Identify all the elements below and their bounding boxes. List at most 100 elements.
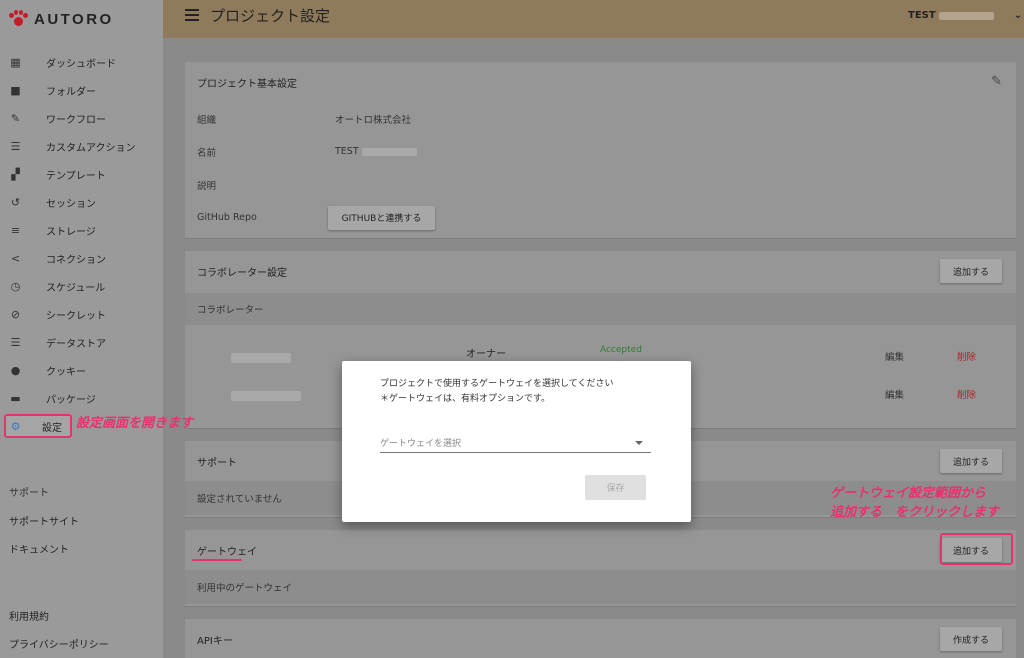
org-row: 組織 オートロ株式会社: [185, 102, 1016, 135]
dialog-line-1: プロジェクトで使用するゲートウェイを選択してください: [380, 379, 614, 389]
sidebar-item-storage[interactable]: ≡ ストレージ: [0, 216, 163, 244]
gateway-annotation-line-2: 追加する をクリックします: [830, 505, 1000, 520]
user-menu[interactable]: TEST ⌄: [908, 10, 1022, 21]
sidebar-item-label: コネクション: [46, 254, 106, 266]
privacy-link[interactable]: プライバシーポリシー: [9, 636, 109, 651]
pencil-edit-icon[interactable]: ✎: [991, 74, 1002, 89]
github-connect-button[interactable]: GITHUBと連携する: [328, 205, 435, 230]
sidebar-item-label: 設定: [42, 422, 62, 434]
highlight-box: [940, 533, 1013, 565]
folder-icon: ■: [10, 83, 21, 97]
paw-logo-icon: [8, 10, 28, 28]
terms-link[interactable]: 利用規約: [9, 608, 49, 623]
gateway-select-dialog: プロジェクトで使用するゲートウェイを選択してください ＊ゲートウェイは、有料オプ…: [342, 361, 691, 522]
sidebar-item-secret[interactable]: ⊘ シークレット: [0, 300, 163, 328]
redacted-name: [361, 147, 417, 156]
collaborator-status: Accepted: [600, 345, 642, 355]
sidebar-item-label: パッケージ: [46, 394, 96, 406]
top-bar: プロジェクト設定 TEST ⌄: [163, 0, 1024, 38]
card-header: プロジェクト基本設定 ✎: [185, 62, 1016, 102]
main-content: プロジェクト設定 TEST ⌄ プロジェクト基本設定 ✎ 組織 オートロ株式会社…: [163, 0, 1024, 658]
sidebar-item-datastore[interactable]: ☰ データストア: [0, 328, 163, 356]
redacted-collaborator: [231, 353, 291, 363]
cookie-icon: ●: [10, 363, 21, 377]
list-item: [231, 353, 291, 366]
edit-link[interactable]: 編集: [885, 349, 904, 363]
sidebar-item-template[interactable]: ▞ テンプレート: [0, 160, 163, 188]
gateway-annotation: ゲートウェイ設定範囲から 追加する をクリックします: [830, 484, 1020, 522]
edit-link[interactable]: 編集: [885, 387, 904, 401]
sidebar-item-label: カスタムアクション: [46, 142, 136, 154]
card-header: コラボレーター設定 追加する: [185, 251, 1016, 291]
hamburger-menu-icon[interactable]: [185, 9, 199, 21]
history-icon: ↺: [10, 195, 21, 209]
sidebar-item-package[interactable]: ▬ パッケージ: [0, 384, 163, 412]
settings-annotation: 設定画面を開きます: [76, 416, 194, 431]
logo-text: AUTORO: [34, 10, 114, 28]
gateway-annotation-line-1: ゲートウェイ設定範囲から: [830, 486, 987, 501]
autoro-logo[interactable]: AUTORO: [8, 10, 114, 28]
template-icon: ▞: [11, 167, 20, 181]
gateway-select[interactable]: ゲートウェイを選択: [380, 433, 651, 453]
support-heading: サポート: [9, 488, 49, 499]
sidebar-item-dashboard[interactable]: ▦ ダッシュボード: [0, 48, 163, 76]
card-header: ゲートウェイ 追加する: [185, 530, 1016, 570]
name-row: 名前 TEST: [185, 135, 1016, 168]
sidebar-item-label: データストア: [46, 338, 106, 350]
sidebar-item-cookie[interactable]: ● クッキー: [0, 356, 163, 384]
add-support-button[interactable]: 追加する: [940, 449, 1002, 473]
sidebar: AUTORO ▦ ダッシュボード ■ フォルダー ✎ ワークフロー ☰ カスタム…: [0, 0, 163, 658]
wrench-icon: ✎: [10, 111, 21, 125]
github-row: GitHub Repo GITHUBと連携する: [185, 201, 1016, 234]
card-title: プロジェクト基本設定: [197, 78, 297, 90]
sidebar-item-folder[interactable]: ■ フォルダー: [0, 76, 163, 104]
project-basic-card: プロジェクト基本設定 ✎ 組織 オートロ株式会社 名前 TEST 説明 GitH…: [185, 62, 1016, 239]
list-item: [231, 391, 301, 404]
package-icon: ▬: [10, 391, 21, 405]
redacted-collaborator: [231, 391, 301, 401]
user-name: TEST: [908, 10, 936, 21]
card-title: ゲートウェイ: [197, 546, 257, 558]
dashboard-icon: ▦: [10, 55, 21, 69]
sidebar-item-workflow[interactable]: ✎ ワークフロー: [0, 104, 163, 132]
sidebar-item-session[interactable]: ↺ セッション: [0, 188, 163, 216]
delete-link[interactable]: 削除: [957, 349, 976, 363]
storage-icon: ≡: [10, 223, 21, 237]
add-collaborator-button[interactable]: 追加する: [940, 259, 1002, 283]
card-title: APIキー: [197, 635, 233, 647]
delete-link[interactable]: 削除: [957, 387, 976, 401]
sidebar-item-label: フォルダー: [46, 86, 96, 98]
gear-icon: ⚙: [10, 419, 21, 433]
gateway-subheader: 利用中のゲートウェイ: [185, 570, 1016, 604]
dropdown-arrow-icon: [635, 441, 643, 445]
card-title: コラボレーター設定: [197, 267, 287, 279]
chevron-down-icon: ⌄: [1013, 10, 1023, 21]
dialog-line-2: ＊ゲートウェイは、有料オプションです。: [380, 394, 551, 404]
api-key-card: APIキー 作成する: [185, 619, 1016, 658]
org-value: オートロ株式会社: [335, 114, 412, 126]
sidebar-item-schedule[interactable]: ◷ スケジュール: [0, 272, 163, 300]
page-title: プロジェクト設定: [210, 7, 331, 25]
sidebar-item-custom-action[interactable]: ☰ カスタムアクション: [0, 132, 163, 160]
desc-label: 説明: [197, 180, 217, 192]
sidebar-item-label: セッション: [46, 198, 96, 210]
name-value: TEST: [335, 146, 359, 157]
documents-link[interactable]: ドキュメント: [9, 541, 69, 556]
sidebar-item-connection[interactable]: < コネクション: [0, 244, 163, 272]
name-label: 名前: [197, 147, 217, 159]
collaborator-role: オーナー: [466, 349, 506, 360]
sidebar-item-label: ダッシュボード: [46, 58, 116, 70]
dialog-message: プロジェクトで使用するゲートウェイを選択してください ＊ゲートウェイは、有料オプ…: [380, 377, 613, 407]
support-site-link[interactable]: サポートサイト: [9, 513, 79, 528]
underline-mark: [192, 559, 242, 561]
redacted-username: [938, 11, 994, 20]
eye-off-icon: ⊘: [10, 307, 21, 321]
list-icon: ☰: [10, 139, 21, 153]
create-api-key-button[interactable]: 作成する: [940, 627, 1002, 651]
list-icon: ☰: [10, 335, 21, 349]
collaborator-subheader: コラボレーター: [185, 293, 1016, 325]
sidebar-item-label: ワークフロー: [46, 114, 106, 126]
share-icon: <: [10, 251, 21, 265]
sidebar-item-label: ストレージ: [46, 226, 96, 238]
save-button[interactable]: 保存: [585, 475, 646, 500]
